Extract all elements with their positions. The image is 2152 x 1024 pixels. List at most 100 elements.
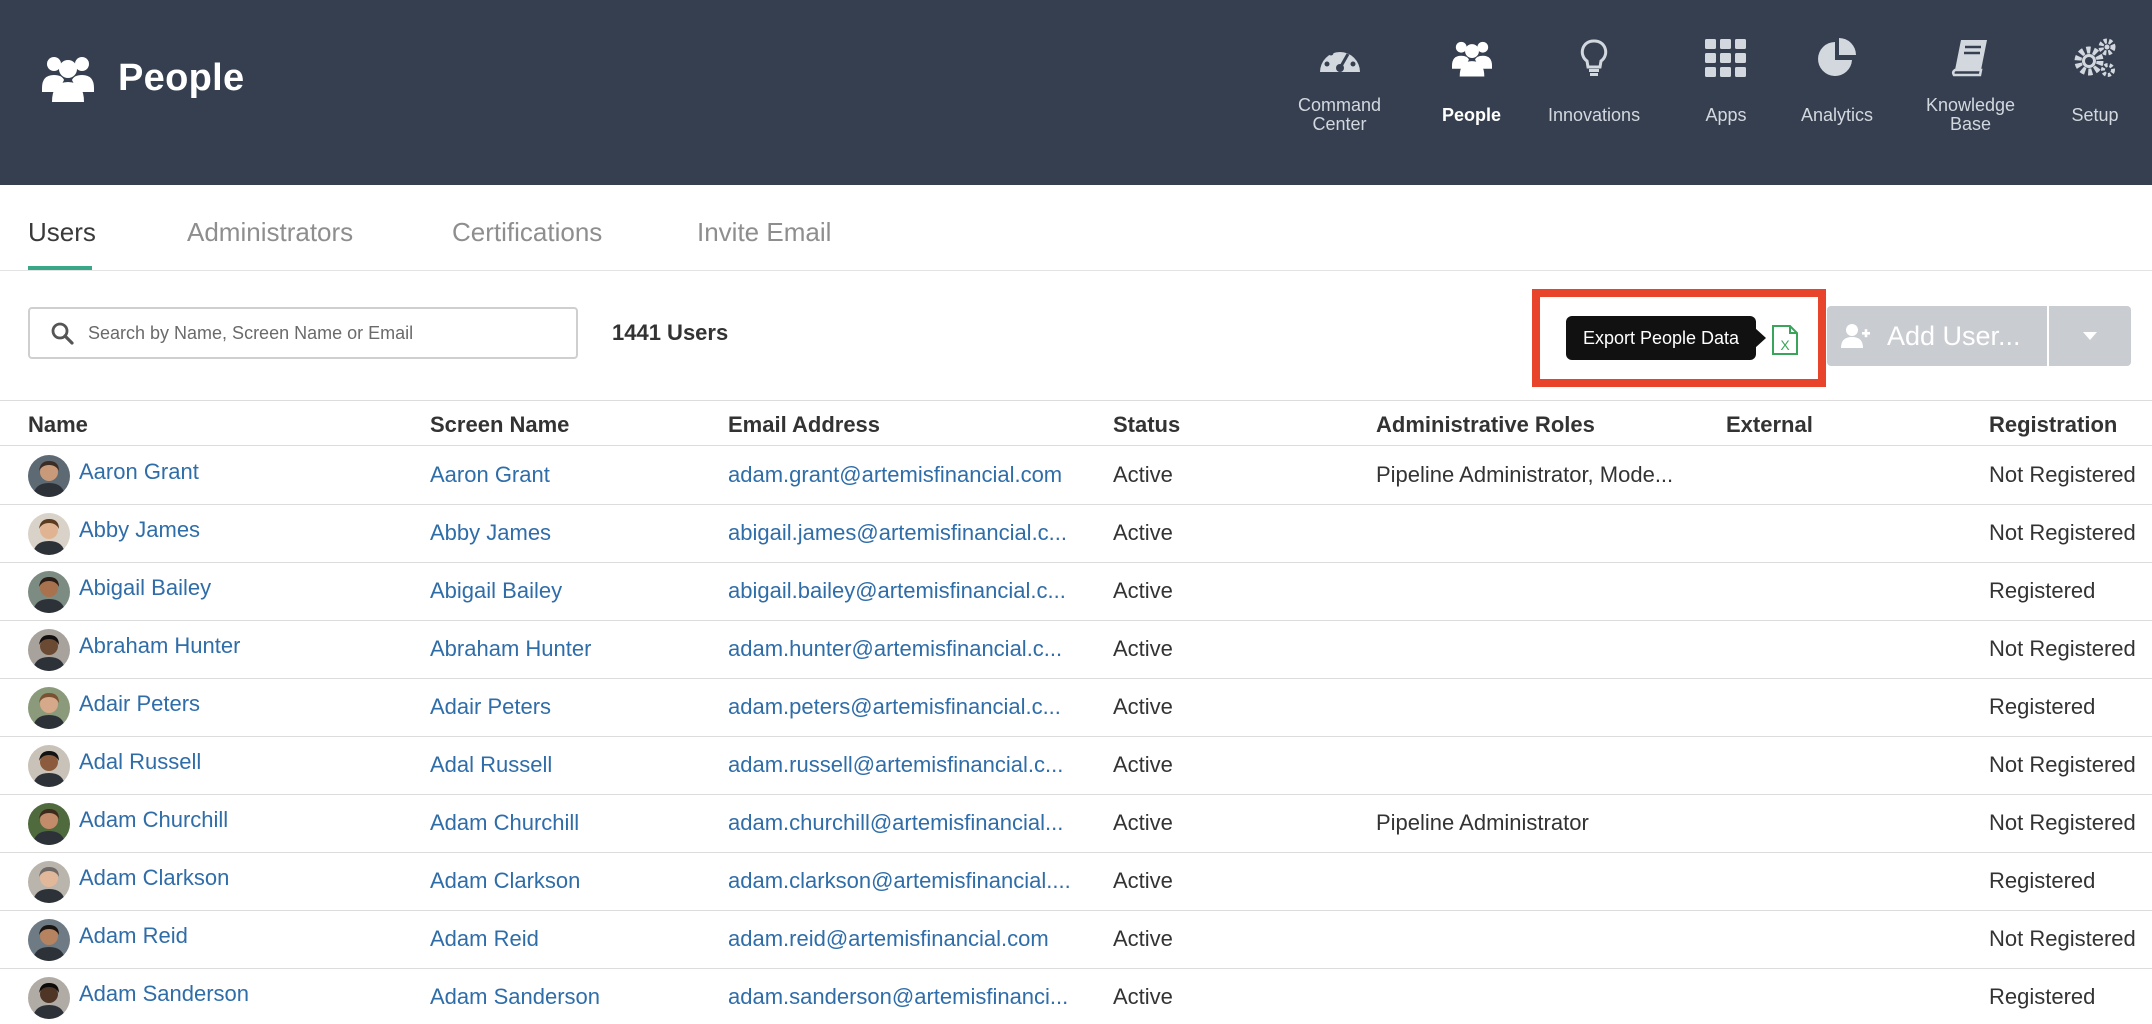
user-name-link[interactable]: Adam Reid <box>79 923 188 949</box>
email-link[interactable]: adam.reid@artemisfinancial.com <box>728 926 1049 952</box>
screen-name-link[interactable]: Adam Reid <box>430 926 539 952</box>
user-name-link[interactable]: Abraham Hunter <box>79 633 240 659</box>
status-cell: Active <box>1113 810 1173 835</box>
table-header: Name Screen Name Email Address Status Ad… <box>0 400 2152 446</box>
gears-icon <box>2069 32 2121 84</box>
nav-command-center[interactable]: Command Center <box>1298 32 1381 134</box>
screen-name-link[interactable]: Abby James <box>430 520 551 546</box>
search-icon <box>51 322 74 345</box>
nav-label: Analytics <box>1801 105 1874 125</box>
user-name-link[interactable]: Adair Peters <box>79 691 200 717</box>
email-link[interactable]: adam.churchill@artemisfinancial... <box>728 810 1063 836</box>
column-header-screen-name[interactable]: Screen Name <box>430 412 569 438</box>
status-cell: Active <box>1113 752 1173 777</box>
admin-roles-cell: Pipeline Administrator <box>1376 810 1589 835</box>
user-name-link[interactable]: Adam Clarkson <box>79 865 229 891</box>
user-name-link[interactable]: Adal Russell <box>79 749 201 775</box>
screen-name-link[interactable]: Adam Clarkson <box>430 868 580 894</box>
column-header-name[interactable]: Name <box>28 412 88 438</box>
nav-label: People <box>1442 105 1502 125</box>
email-link[interactable]: adam.peters@artemisfinancial.c... <box>728 694 1061 720</box>
screen-name-link[interactable]: Adal Russell <box>430 752 552 778</box>
registration-cell: Registered <box>1989 578 2096 603</box>
status-cell: Active <box>1113 694 1173 719</box>
screen-name-link[interactable]: Abigail Bailey <box>430 578 562 604</box>
avatar[interactable] <box>28 629 70 671</box>
nav-knowledge-base[interactable]: Knowledge Base <box>1926 32 2015 134</box>
tab-administrators[interactable]: Administrators <box>187 217 353 248</box>
tooltip-arrow <box>1755 328 1766 348</box>
dashboard-gauge-icon <box>1314 32 1366 84</box>
avatar[interactable] <box>28 861 70 903</box>
table-row[interactable]: Aaron Grant Aaron Grant adam.grant@artemis… <box>0 447 2152 505</box>
column-header-registration[interactable]: Registration <box>1989 412 2117 438</box>
column-header-email[interactable]: Email Address <box>728 412 880 438</box>
column-header-admin-roles[interactable]: Administrative Roles <box>1376 412 1595 438</box>
user-name-link[interactable]: Adam Churchill <box>79 807 228 833</box>
caret-down-icon <box>2083 332 2097 340</box>
avatar[interactable] <box>28 455 70 497</box>
nav-analytics[interactable]: Analytics <box>1801 32 1873 125</box>
nav-people[interactable]: People <box>1442 32 1501 125</box>
user-name-link[interactable]: Abby James <box>79 517 200 543</box>
status-cell: Active <box>1113 636 1173 661</box>
table-row[interactable]: Adam Sanderson Adam Sanderson adam.sanders… <box>0 969 2152 1024</box>
avatar[interactable] <box>28 803 70 845</box>
column-header-external[interactable]: External <box>1726 412 1813 438</box>
avatar[interactable] <box>28 571 70 613</box>
user-name-link[interactable]: Adam Sanderson <box>79 981 249 1007</box>
table-row[interactable]: Adam Reid Adam Reid adam.reid@artemisfinan… <box>0 911 2152 969</box>
user-name-link[interactable]: Abigail Bailey <box>79 575 211 601</box>
registration-cell: Not Registered <box>1989 520 2136 545</box>
nav-apps[interactable]: Apps <box>1700 32 1752 125</box>
book-icon <box>1945 32 1997 84</box>
nav-innovations[interactable]: Innovations <box>1548 32 1640 125</box>
nav-label: Command Center <box>1298 95 1382 134</box>
table-row[interactable]: Adam Clarkson Adam Clarkson adam.clarkson@… <box>0 853 2152 911</box>
avatar[interactable] <box>28 513 70 555</box>
screen-name-link[interactable]: Adair Peters <box>430 694 551 720</box>
tab-users[interactable]: Users <box>28 217 96 248</box>
people-icon <box>42 57 94 102</box>
status-cell: Active <box>1113 462 1173 487</box>
email-link[interactable]: adam.russell@artemisfinancial.c... <box>728 752 1063 778</box>
status-cell: Active <box>1113 578 1173 603</box>
email-link[interactable]: abigail.james@artemisfinancial.c... <box>728 520 1067 546</box>
nav-label: Setup <box>2071 105 2119 125</box>
table-row[interactable]: Abby James Abby James abigail.james@artemi… <box>0 505 2152 563</box>
add-user-button[interactable]: Add User... <box>1827 306 2047 366</box>
table-row[interactable]: Adam Churchill Adam Churchill adam.churchi… <box>0 795 2152 853</box>
screen-name-link[interactable]: Adam Sanderson <box>430 984 600 1010</box>
search-input[interactable] <box>88 322 548 344</box>
tab-certifications[interactable]: Certifications <box>452 217 602 248</box>
excel-export-icon[interactable]: X <box>1771 324 1799 356</box>
page-title: People <box>118 56 245 99</box>
registration-cell: Registered <box>1989 868 2096 893</box>
email-link[interactable]: abigail.bailey@artemisfinancial.c... <box>728 578 1066 604</box>
table-row[interactable]: Abraham Hunter Abraham Hunter adam.hunter@… <box>0 621 2152 679</box>
screen-name-link[interactable]: Adam Churchill <box>430 810 579 836</box>
nav-setup[interactable]: Setup <box>2069 32 2121 125</box>
registration-cell: Not Registered <box>1989 636 2136 661</box>
column-header-status[interactable]: Status <box>1113 412 1180 438</box>
email-link[interactable]: adam.sanderson@artemisfinanci... <box>728 984 1068 1010</box>
table-row[interactable]: Adair Peters Adair Peters adam.peters@arte… <box>0 679 2152 737</box>
avatar[interactable] <box>28 919 70 961</box>
table-row[interactable]: Adal Russell Adal Russell adam.russell@art… <box>0 737 2152 795</box>
status-cell: Active <box>1113 868 1173 893</box>
avatar[interactable] <box>28 687 70 729</box>
avatar[interactable] <box>28 745 70 787</box>
registration-cell: Not Registered <box>1989 810 2136 835</box>
email-link[interactable]: adam.clarkson@artemisfinancial.... <box>728 868 1071 894</box>
email-link[interactable]: adam.hunter@artemisfinancial.c... <box>728 636 1062 662</box>
avatar[interactable] <box>28 977 70 1019</box>
screen-name-link[interactable]: Aaron Grant <box>430 462 550 488</box>
tab-invite-email[interactable]: Invite Email <box>697 217 831 248</box>
pie-chart-icon <box>1811 32 1863 84</box>
user-name-link[interactable]: Aaron Grant <box>79 459 199 485</box>
table-row[interactable]: Abigail Bailey Abigail Bailey abigail.bail… <box>0 563 2152 621</box>
email-link[interactable]: adam.grant@artemisfinancial.com <box>728 462 1062 488</box>
active-tab-indicator <box>28 266 92 270</box>
screen-name-link[interactable]: Abraham Hunter <box>430 636 591 662</box>
add-user-dropdown-button[interactable] <box>2049 306 2131 366</box>
